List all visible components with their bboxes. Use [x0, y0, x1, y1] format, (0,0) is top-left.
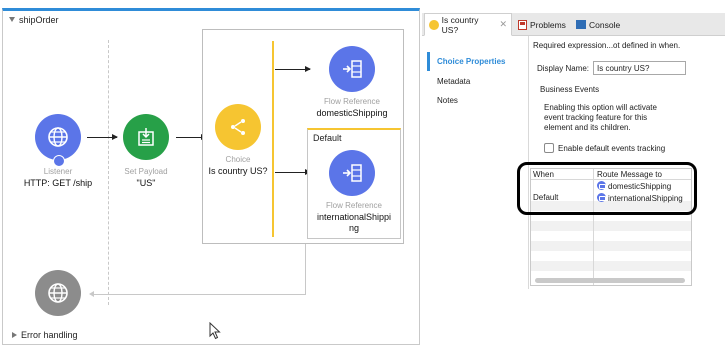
- error-handling-toggle[interactable]: Error handling: [12, 330, 78, 340]
- display-name-input[interactable]: Is country US?: [593, 61, 686, 75]
- flow-ref-domestic-label: domesticShipping: [316, 108, 388, 118]
- error-handling-label: Error handling: [21, 330, 78, 340]
- required-expression-warning: Required expression...ot defined in when…: [533, 41, 681, 50]
- flow-header[interactable]: shipOrder: [9, 15, 59, 25]
- choice-router-icon: [231, 119, 245, 135]
- business-events-desc-2: event tracking feature for this: [544, 113, 648, 122]
- mouse-cursor-icon: [209, 322, 221, 340]
- set-payload-type: Set Payload: [124, 167, 168, 176]
- choice-tab-icon: [429, 19, 439, 30]
- flow-name: shipOrder: [19, 15, 59, 25]
- listener-type: Listener: [43, 167, 73, 176]
- set-payload-icon: [138, 128, 154, 146]
- flow-ref-domestic-node[interactable]: [329, 46, 375, 92]
- globe-icon: [48, 283, 68, 303]
- flow-ref-international-label-1: internationalShippi: [316, 212, 392, 222]
- listener-label: HTTP: GET /ship: [23, 178, 93, 188]
- set-payload-node[interactable]: [123, 114, 169, 160]
- tab-console[interactable]: Console: [572, 13, 624, 36]
- choice-node[interactable]: [215, 104, 261, 150]
- enable-tracking-checkbox[interactable]: [544, 143, 554, 153]
- choice-label: Is country US?: [208, 166, 268, 176]
- business-events-desc-1: Enabling this option will activate: [544, 103, 657, 112]
- display-name-label: Display Name:: [537, 64, 590, 73]
- tab-choice-label: Is country US?: [441, 14, 479, 35]
- source-divider: [108, 40, 109, 305]
- set-payload-label: "US": [136, 178, 156, 188]
- nav-metadata[interactable]: Metadata: [437, 77, 470, 86]
- flow-ref-international-label-2: ng: [348, 223, 359, 233]
- business-events-desc-3: element and its children.: [544, 123, 631, 132]
- return-line-vertical: [305, 244, 306, 294]
- business-events-heading: Business Events: [540, 85, 600, 94]
- return-line-horizontal: [92, 294, 306, 295]
- tab-problems[interactable]: Problems: [514, 13, 570, 36]
- enable-tracking-label: Enable default events tracking: [558, 144, 666, 153]
- arrow-listener-to-payload: [87, 134, 118, 140]
- highlight-box: [517, 162, 697, 215]
- flow-ref-international-node[interactable]: [329, 150, 375, 196]
- collapse-triangle-icon[interactable]: [9, 17, 15, 22]
- tab-choice[interactable]: Is country US? ✕: [424, 13, 512, 36]
- horizontal-scrollbar[interactable]: [535, 278, 685, 283]
- listener-node[interactable]: [35, 114, 81, 160]
- expand-triangle-icon: [12, 332, 17, 338]
- tab-problems-label: Problems: [530, 19, 566, 30]
- choice-type: Choice: [225, 155, 251, 164]
- arrow-to-international: [275, 169, 311, 175]
- nav-notes[interactable]: Notes: [437, 96, 458, 105]
- flow-reference-icon: [343, 60, 362, 78]
- flow-ref-domestic-type: Flow Reference: [323, 97, 381, 106]
- response-node[interactable]: [35, 270, 81, 316]
- return-arrow-icon: [89, 291, 94, 297]
- close-icon[interactable]: ✕: [499, 19, 507, 30]
- nav-active-indicator: [427, 52, 430, 71]
- tab-console-label: Console: [589, 19, 621, 30]
- choice-router-bar: [272, 41, 274, 237]
- problems-icon: [518, 19, 527, 30]
- flow-ref-international-type: Flow Reference: [325, 201, 383, 210]
- console-icon: [576, 20, 586, 29]
- source-badge-icon: [53, 155, 65, 167]
- nav-choice-properties[interactable]: Choice Properties: [437, 57, 505, 66]
- globe-icon: [48, 127, 68, 147]
- default-route-label: Default: [313, 133, 342, 143]
- editor-tab-bar: Is country US? ✕ Problems Console: [422, 13, 725, 36]
- arrow-to-domestic: [275, 66, 311, 72]
- flow-reference-icon: [343, 164, 362, 182]
